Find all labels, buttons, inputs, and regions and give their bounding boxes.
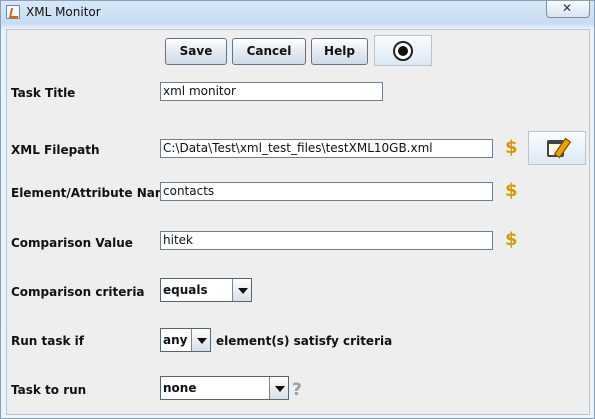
window-title: XML Monitor — [26, 5, 101, 19]
chevron-down-icon[interactable] — [232, 279, 251, 301]
xml-filepath-label: XML Filepath — [11, 143, 100, 157]
save-button[interactable]: Save — [165, 38, 227, 65]
comparison-criteria-select[interactable]: equals — [160, 278, 252, 302]
comparison-criteria-label: Comparison criteria — [11, 285, 145, 299]
circle-target-button[interactable] — [374, 35, 432, 66]
task-title-label: Task Title — [11, 86, 76, 100]
task-to-run-selected: none — [163, 381, 197, 395]
edit-notepad-button[interactable] — [528, 131, 586, 165]
close-button[interactable] — [546, 1, 590, 18]
comparison-value-input[interactable]: hitek — [160, 231, 493, 250]
task-to-run-label: Task to run — [11, 383, 87, 397]
question-icon[interactable]: ? — [292, 380, 302, 400]
dollar-icon[interactable]: $ — [505, 138, 518, 158]
help-button[interactable]: Help — [311, 38, 368, 65]
element-attribute-name-label: Element/Attribute Name — [11, 186, 176, 200]
dollar-icon[interactable]: $ — [505, 230, 518, 250]
task-to-run-select[interactable]: none — [160, 376, 289, 400]
title-bar: XML Monitor — [1, 1, 594, 23]
chevron-down-icon[interactable] — [191, 329, 210, 351]
xml-filepath-input[interactable]: C:\Data\Test\xml_test_files\testXML10GB.… — [160, 139, 493, 158]
element-attribute-name-input[interactable]: contacts — [160, 182, 493, 201]
comparison-value-label: Comparison Value — [11, 236, 133, 250]
java-app-icon — [6, 5, 20, 19]
xml-monitor-window: XML Monitor Save Cancel Help Task Title … — [0, 0, 595, 419]
run-task-if-select[interactable]: any — [160, 328, 211, 352]
chevron-down-icon[interactable] — [269, 377, 288, 399]
dollar-icon[interactable]: $ — [505, 181, 518, 201]
run-task-if-label: Run task if — [11, 334, 84, 348]
run-task-if-selected: any — [163, 333, 188, 347]
cancel-button[interactable]: Cancel — [232, 38, 306, 65]
task-title-input[interactable]: xml monitor — [160, 82, 383, 101]
comparison-criteria-selected: equals — [163, 283, 208, 297]
run-task-if-suffix: element(s) satisfy criteria — [216, 334, 393, 348]
